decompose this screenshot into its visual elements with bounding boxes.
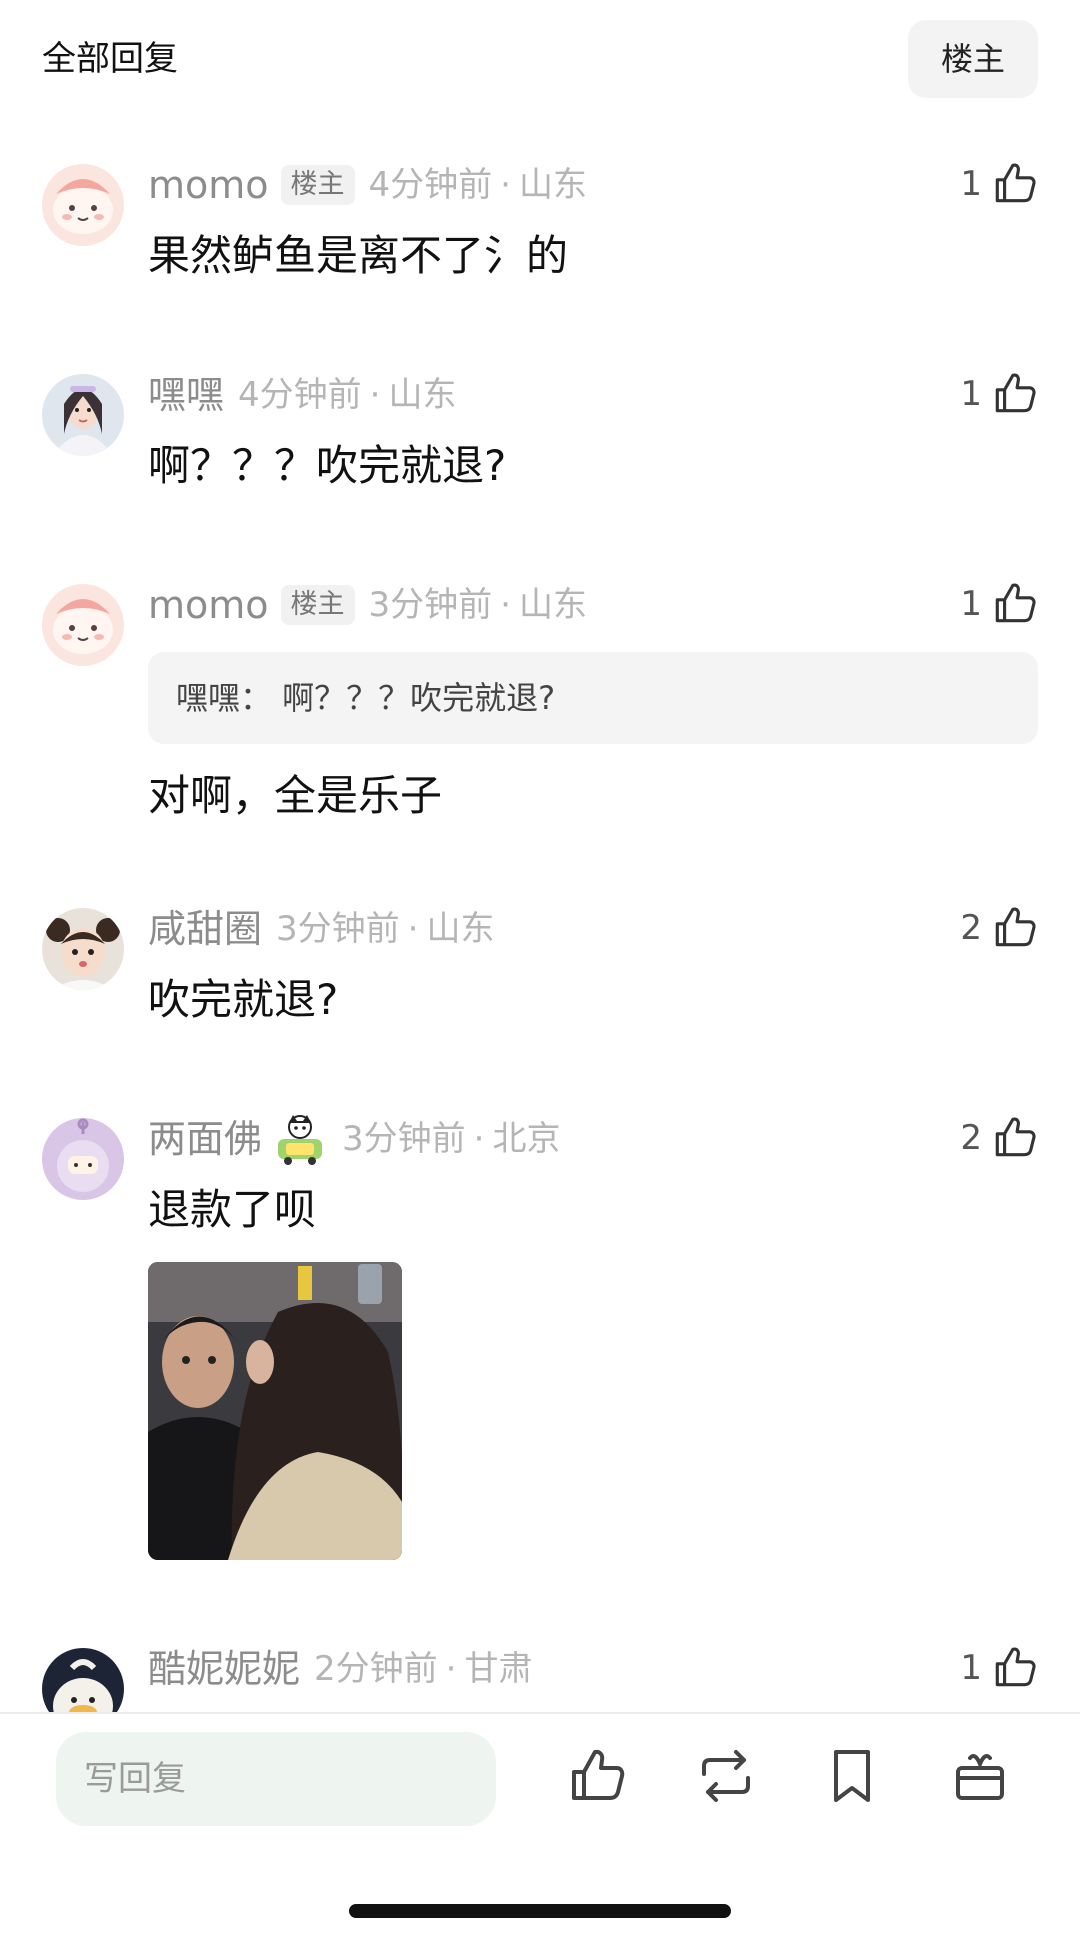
thumbs-up-icon[interactable] (990, 579, 1040, 629)
user-medal-sticker-icon (272, 1111, 328, 1167)
comment-text: 吹完就退? (148, 975, 339, 1024)
thumbs-up-icon[interactable] (990, 1644, 1040, 1693)
location: 甘肃 (464, 1649, 533, 1689)
home-indicator (349, 1904, 731, 1918)
like-button[interactable]: 1 (960, 1644, 1040, 1696)
like-count: 1 (960, 164, 982, 204)
op-badge: 楼主 (280, 165, 355, 205)
separator: · (500, 165, 511, 205)
op-only-filter-button[interactable]: 楼主 (908, 20, 1038, 98)
location: 山东 (518, 165, 587, 205)
timestamp: 3分钟前 (276, 909, 400, 949)
comment-meta: 嘿嘿 4分钟前 · 山东 (148, 370, 456, 420)
username[interactable]: momo (148, 160, 269, 210)
location: 山东 (388, 375, 457, 415)
avatar[interactable] (42, 584, 124, 666)
thumbs-up-icon[interactable] (990, 369, 1040, 419)
comment-meta: 酷妮妮妮 2分钟前 · 甘肃 (148, 1644, 532, 1694)
comment-text: 对啊，全是乐子 (148, 771, 443, 820)
like-icon[interactable] (566, 1744, 630, 1808)
like-button[interactable]: 2 (960, 1110, 1040, 1166)
separator: · (407, 909, 419, 949)
reply-input[interactable] (56, 1732, 496, 1826)
username[interactable]: 嘿嘿 (148, 370, 224, 420)
comment-meta: momo 楼主 3分钟前 · 山东 (148, 580, 587, 630)
like-count: 1 (960, 374, 982, 414)
thumbs-up-icon[interactable] (990, 1113, 1040, 1163)
comment-meta: 咸甜圈 3分钟前 · 山东 (148, 904, 494, 954)
separator: · (445, 1649, 457, 1689)
like-count: 2 (960, 1118, 982, 1158)
timestamp: 2分钟前 (314, 1649, 438, 1689)
thumbs-up-icon[interactable] (990, 903, 1040, 953)
bookmark-icon[interactable] (820, 1744, 884, 1808)
like-count: 1 (960, 584, 982, 624)
op-badge: 楼主 (280, 585, 355, 625)
page-title: 全部回复 (42, 39, 178, 79)
like-count: 1 (960, 1648, 982, 1688)
location: 北京 (492, 1119, 561, 1159)
username[interactable]: 两面佛 (148, 1114, 262, 1164)
comment-thread-page: 全部回复 楼主 momo 楼主 4分钟前 · 山东 1 果然鲈鱼是离不了氵的 嘿… (0, 0, 1080, 1943)
bottom-action-bar (0, 1714, 1080, 1943)
username[interactable]: momo (148, 580, 269, 630)
location: 山东 (426, 909, 495, 949)
location: 山东 (518, 585, 587, 625)
quoted-reply[interactable]: 嘿嘿： 啊？？？吹完就退? (148, 652, 1038, 744)
separator: · (500, 585, 511, 625)
avatar[interactable] (42, 164, 124, 246)
timestamp: 3分钟前 (368, 585, 493, 625)
timestamp: 4分钟前 (238, 375, 362, 415)
like-button[interactable]: 2 (960, 900, 1040, 956)
timestamp: 4分钟前 (368, 165, 493, 205)
header: 全部回复 楼主 (0, 0, 1080, 115)
avatar[interactable] (42, 1118, 124, 1200)
thumbs-up-icon[interactable] (990, 159, 1040, 209)
comment-text: 啊？？？吹完就退? (148, 441, 507, 490)
comment-photo[interactable] (148, 1262, 402, 1560)
comment-text: 退款了呗 (148, 1185, 317, 1234)
timestamp: 3分钟前 (342, 1119, 466, 1159)
avatar[interactable] (42, 908, 124, 990)
comment-text: 果然鲈鱼是离不了氵的 (148, 231, 569, 280)
username[interactable]: 酷妮妮妮 (148, 1644, 300, 1694)
comment-meta: 两面佛 3分钟前 · 北京 (148, 1111, 561, 1167)
username[interactable]: 咸甜圈 (148, 904, 262, 954)
like-button[interactable]: 1 (960, 156, 1040, 212)
like-count: 2 (960, 908, 982, 948)
avatar[interactable] (42, 1648, 124, 1712)
like-button[interactable]: 1 (960, 366, 1040, 422)
repost-icon[interactable] (694, 1744, 758, 1808)
like-button[interactable]: 1 (960, 576, 1040, 632)
comment-item: 酷妮妮妮 2分钟前 · 甘肃 1 (0, 1644, 1080, 1712)
comment-meta: momo 楼主 4分钟前 · 山东 (148, 160, 587, 210)
separator: · (473, 1119, 485, 1159)
gift-icon[interactable] (948, 1744, 1012, 1808)
avatar[interactable] (42, 374, 124, 456)
separator: · (369, 375, 381, 415)
